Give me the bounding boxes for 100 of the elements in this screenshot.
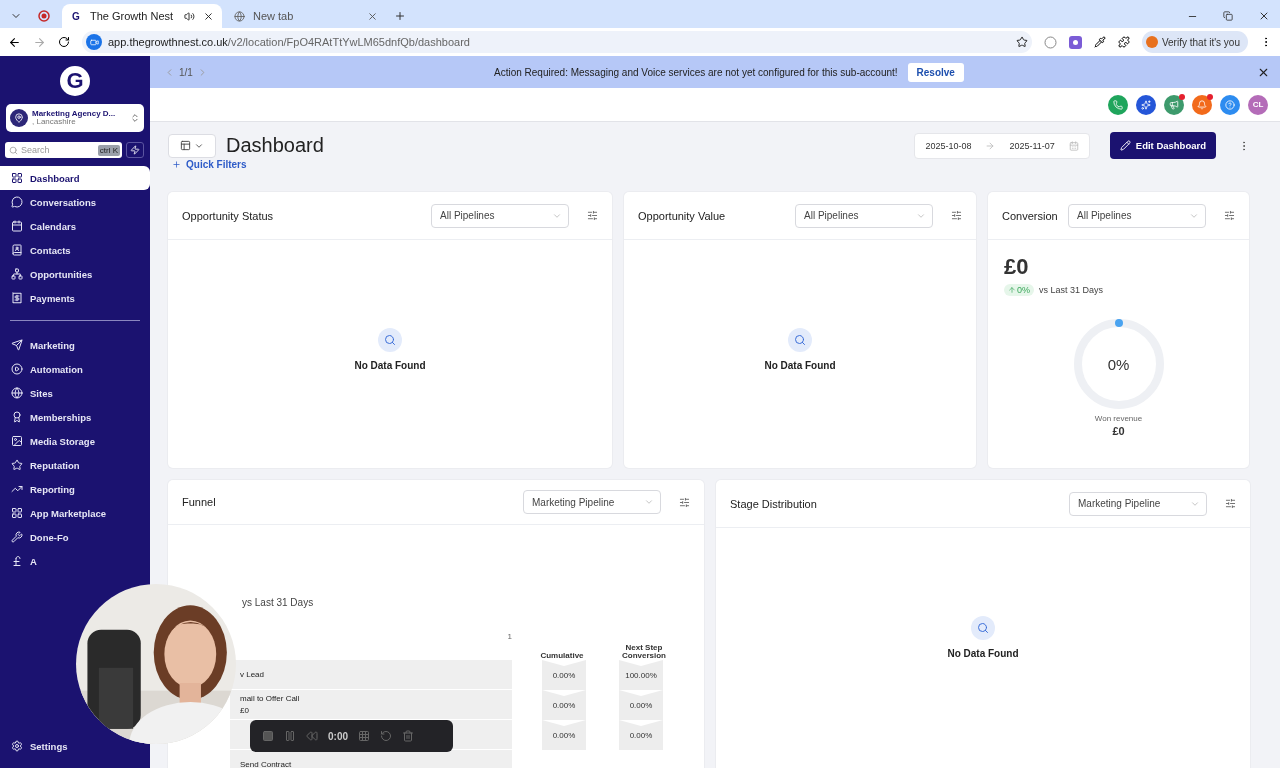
sliders-icon[interactable] — [587, 210, 598, 221]
phone-icon — [1113, 99, 1123, 110]
date-range-field[interactable]: 2025-10-08 2025-11-07 — [914, 132, 1090, 159]
notification-dot — [1179, 93, 1185, 100]
compare-label: vs Last 31 Days — [1039, 285, 1104, 295]
sidebar-item[interactable]: Media Storage — [0, 429, 103, 453]
reload-button[interactable] — [58, 36, 70, 48]
select-value: Marketing Pipeline — [532, 496, 615, 508]
card-title: Opportunity Status — [182, 209, 275, 222]
select-value: Marketing Pipeline — [1078, 498, 1161, 509]
grid-icon[interactable] — [358, 730, 370, 742]
sidebar-item[interactable]: A — [0, 549, 45, 573]
pipeline-select[interactable]: All Pipelines — [795, 203, 933, 228]
back-button[interactable] — [8, 35, 21, 49]
settings-item[interactable]: Settings — [0, 734, 76, 758]
sidebar-item[interactable]: Payments — [0, 286, 83, 310]
map-pin-icon — [10, 109, 28, 127]
chevron-icon — [130, 113, 140, 123]
sidebar-item[interactable]: Sites — [0, 381, 61, 405]
layout-button[interactable] — [168, 133, 216, 158]
sidebar-item[interactable]: Reputation — [0, 453, 88, 477]
sidebar-item[interactable]: Marketing — [0, 333, 83, 357]
pipette-icon[interactable] — [1093, 36, 1106, 48]
pause-button[interactable] — [284, 730, 296, 742]
site-logo: G — [71, 10, 81, 22]
phone-button[interactable] — [1108, 94, 1128, 115]
empty-message: No Data Found — [947, 648, 1019, 659]
puzzle-icon[interactable] — [1117, 36, 1130, 48]
layout-icon — [180, 140, 191, 151]
select-value: All Pipelines — [804, 210, 859, 221]
address-bar[interactable]: app.thegrowthnest.co.uk/v2/location/FpO4RAtTtYwLM65dnfQb/dashboard — [82, 31, 1032, 53]
pencil-icon — [1119, 140, 1131, 151]
account-switcher[interactable]: Marketing Agency D... , Lancashire — [6, 104, 144, 132]
pipeline-select[interactable]: All Pipelines — [431, 203, 569, 228]
sidebar-item[interactable]: Calendars — [0, 214, 84, 238]
change-badge: 0% — [1004, 284, 1034, 296]
tab-title: New tab — [253, 10, 295, 22]
sidebar-item[interactable]: Reporting — [0, 477, 83, 501]
sidebar-item[interactable]: App Marketplace — [0, 501, 115, 525]
globe-icon — [234, 10, 245, 22]
url-text: app.thegrowthnest.co.uk/v2/location/FpO4RAtTtYwLM65dnfQb/dashboard — [108, 36, 470, 48]
pipeline-select[interactable]: Marketing Pipeline — [1069, 491, 1207, 516]
plus-icon[interactable] — [394, 10, 406, 22]
ribbon-icon — [11, 411, 23, 423]
sliders-icon[interactable] — [1224, 210, 1235, 221]
close-icon[interactable] — [203, 10, 214, 22]
sparkle-button[interactable] — [1136, 94, 1156, 115]
sidebar-item[interactable]: Memberships — [0, 405, 100, 429]
sidebar-item[interactable]: Done-Fo — [0, 525, 77, 549]
pipeline-select[interactable]: Marketing Pipeline — [523, 490, 661, 514]
pipeline-select[interactable]: All Pipelines — [1068, 203, 1206, 228]
sidebar-item[interactable]: Contacts — [0, 238, 79, 262]
grid-icon — [11, 507, 23, 519]
calendar-icon — [1068, 140, 1079, 151]
bookmark-star-icon[interactable] — [1015, 36, 1028, 48]
close-icon[interactable] — [1258, 10, 1270, 22]
edit-dashboard-button[interactable]: Edit Dashboard — [1109, 132, 1216, 159]
user-avatar[interactable]: CL — [1248, 94, 1268, 115]
lightning-button[interactable] — [126, 142, 144, 158]
megaphone-icon — [1169, 99, 1179, 110]
megaphone-button[interactable] — [1164, 94, 1184, 115]
receipt-icon — [11, 292, 23, 304]
sidebar-item[interactable]: Conversations — [0, 190, 104, 214]
restore-icon[interactable] — [1223, 11, 1233, 21]
stop-button[interactable] — [262, 730, 274, 742]
bell-icon — [1197, 99, 1207, 110]
search-field[interactable]: Search ctrl K — [5, 142, 122, 158]
avatar-icon — [1145, 36, 1158, 48]
alert-message: Action Required: Messaging and Voice services are not yet configured for this sub-account! — [494, 66, 898, 78]
sidebar-item[interactable]: Opportunities — [0, 262, 101, 286]
sliders-icon[interactable] — [1225, 498, 1236, 509]
extension-icon[interactable] — [1068, 35, 1082, 49]
cumulative-value: 0.00% — [542, 720, 586, 750]
resolve-button[interactable]: Resolve — [907, 62, 964, 82]
gear-icon — [11, 740, 23, 752]
restart-icon[interactable] — [380, 730, 392, 742]
help-button[interactable] — [1220, 94, 1240, 115]
card-title: Conversion — [1002, 209, 1059, 222]
conversion-value: 0.00% — [619, 690, 663, 720]
pound-icon — [11, 555, 23, 567]
bell-button[interactable] — [1192, 94, 1212, 115]
calendar-icon — [11, 220, 23, 232]
compare-label: ys Last 31 Days — [242, 597, 315, 608]
quick-filters-link[interactable]: Quick Filters — [172, 159, 247, 170]
profile-button[interactable]: Verify that it's you — [1141, 31, 1248, 53]
search-icon — [971, 616, 995, 640]
browser-tab[interactable]: G The Growth Nest — [62, 4, 222, 28]
sliders-icon[interactable] — [679, 496, 690, 508]
sidebar-item[interactable]: Automation — [0, 357, 91, 381]
sidebar-item[interactable]: Dashboard — [0, 166, 150, 190]
trash-icon[interactable] — [402, 730, 414, 742]
search-input[interactable]: Search — [21, 145, 95, 155]
sliders-icon[interactable] — [951, 210, 962, 221]
browser-tab[interactable]: New tab — [226, 4, 386, 28]
arrow-icon — [985, 140, 996, 151]
network-icon — [11, 268, 23, 280]
speaker-icon[interactable] — [184, 10, 195, 22]
cumulative-value: 0.00% — [542, 690, 586, 720]
select-value: All Pipelines — [1077, 210, 1132, 221]
stage-name: v Lead — [240, 670, 266, 679]
